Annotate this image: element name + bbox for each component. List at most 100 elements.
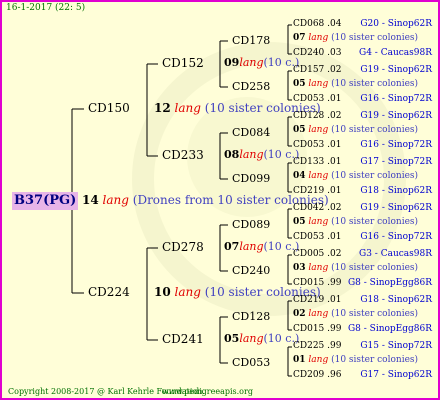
drone-info: 03 lang (10 sister colonies) <box>293 263 418 273</box>
root-drones-info: 14 lang (Drones from 10 sister colonies) <box>82 193 329 207</box>
queen-node[interactable]: CD152 <box>162 56 204 70</box>
ancestor-name: CD015 <box>293 324 325 334</box>
drone-lang: lang <box>308 309 329 319</box>
queen-node[interactable]: CD278 <box>162 240 204 254</box>
drone-lang: lang <box>308 79 329 89</box>
breeder-tag: G18 - Sinop62R <box>360 186 432 196</box>
drone-lang: lang <box>239 240 264 253</box>
drone-count: 05 <box>293 79 306 89</box>
drone-lang: lang <box>174 285 201 299</box>
breeder-tag: G15 - Sinop72R <box>360 341 432 351</box>
drone-info: 09lang(10 c.) <box>224 56 299 69</box>
ancestor-value: .96 <box>327 370 342 380</box>
drone-lang: lang <box>239 148 264 161</box>
root-lang: lang <box>102 193 129 207</box>
breeder-tag: G16 - Sinop72R <box>360 232 432 242</box>
drone-count: 07 <box>293 33 306 43</box>
ancestor-row[interactable]: CD015 .99 <box>293 324 341 334</box>
ancestor-value: .99 <box>327 324 342 334</box>
queen-node[interactable]: CD240 <box>232 264 270 277</box>
drone-note: (10 sister colonies) <box>331 217 419 227</box>
drone-count: 10 <box>154 285 171 299</box>
ancestor-row[interactable]: CD128 .02 <box>293 111 341 121</box>
ancestor-value: .01 <box>327 232 342 242</box>
drone-count: 01 <box>293 355 306 365</box>
drone-count: 07 <box>224 240 240 253</box>
drone-note: (10 sister colonies) <box>331 263 419 273</box>
drone-info: 01 lang (10 sister colonies) <box>293 355 418 365</box>
queen-node[interactable]: CD258 <box>232 80 270 93</box>
ancestor-row[interactable]: CD219 .01 <box>293 186 341 196</box>
drone-note: (10 sister colonies) <box>331 33 419 43</box>
queen-node[interactable]: CD233 <box>162 148 204 162</box>
breeder-tag: G19 - Sinop62R <box>360 111 432 121</box>
drone-count: 08 <box>224 148 240 161</box>
ancestor-row[interactable]: CD209 .96 <box>293 370 341 380</box>
drone-lang: lang <box>239 332 264 345</box>
ancestor-value: .02 <box>327 203 342 213</box>
drone-note: (10 sister colonies) <box>331 79 419 89</box>
root-queen-label: B37(PG) <box>14 193 77 208</box>
drone-count: 12 <box>154 101 171 115</box>
ancestor-name: CD068 <box>293 19 325 29</box>
drone-note: (10 sister colonies) <box>331 309 419 319</box>
drone-info: 05 lang (10 sister colonies) <box>293 79 418 89</box>
breeder-tag: G19 - Sinop62R <box>360 203 432 213</box>
drone-info: 07 lang (10 sister colonies) <box>293 33 418 43</box>
queen-node[interactable]: CD178 <box>232 34 270 47</box>
drone-info: 05lang(10 c.) <box>224 332 299 345</box>
drone-lang: lang <box>174 101 201 115</box>
ancestor-value: .02 <box>327 249 342 259</box>
breeder-tag: G16 - Sinop72R <box>360 94 432 104</box>
drone-count: 09 <box>224 56 240 69</box>
ancestor-row[interactable]: CD133 .01 <box>293 157 341 167</box>
drone-note: (10 sister colonies) <box>331 171 419 181</box>
ancestor-name: CD157 <box>293 65 325 75</box>
root-count: 14 <box>82 193 99 207</box>
ancestor-name: CD042 <box>293 203 325 213</box>
drone-count: 02 <box>293 309 306 319</box>
queen-node[interactable]: CD099 <box>232 172 270 185</box>
drone-note: (10 sister colonies) <box>331 125 419 135</box>
queen-node[interactable]: CD084 <box>232 126 270 139</box>
ancestor-row[interactable]: CD240 .03 <box>293 48 341 58</box>
ancestor-row[interactable]: CD015 .99 <box>293 278 341 288</box>
queen-node[interactable]: CD089 <box>232 218 270 231</box>
drone-info: 07lang(10 c.) <box>224 240 299 253</box>
ancestor-value: .04 <box>327 19 342 29</box>
queen-node[interactable]: CD053 <box>232 356 270 369</box>
ancestor-row[interactable]: CD042 .02 <box>293 203 341 213</box>
breeder-tag: G8 - SinopEgg86R <box>347 324 432 334</box>
ancestor-row[interactable]: CD219 .01 <box>293 295 341 305</box>
ancestor-name: CD128 <box>293 111 325 121</box>
root-queen[interactable]: B37(PG) <box>12 192 79 210</box>
ancestor-name: CD005 <box>293 249 325 259</box>
queen-node[interactable]: CD241 <box>162 332 204 346</box>
queen-node[interactable]: CD128 <box>232 310 270 323</box>
drone-count: 05 <box>293 125 306 135</box>
ancestor-value: .01 <box>327 295 342 305</box>
breeder-tag: G8 - SinopEgg86R <box>347 278 432 288</box>
breeder-tag: G17 - Sinop62R <box>360 370 432 380</box>
queen-node[interactable]: CD224 <box>88 285 130 299</box>
breeder-tag: G3 - Caucas98R <box>359 249 432 259</box>
queen-node[interactable]: CD150 <box>88 101 130 115</box>
breeder-tag: G4 - Caucas98R <box>359 48 432 58</box>
drone-count: 04 <box>293 171 306 181</box>
ancestor-row[interactable]: CD068 .04 <box>293 19 341 29</box>
ancestor-row[interactable]: CD053 .01 <box>293 232 341 242</box>
ancestor-name: CD015 <box>293 278 325 288</box>
breeder-tag: G17 - Sinop72R <box>360 157 432 167</box>
ancestor-row[interactable]: CD053 .01 <box>293 140 341 150</box>
ancestor-row[interactable]: CD225 .99 <box>293 341 341 351</box>
ancestor-row[interactable]: CD157 .02 <box>293 65 341 75</box>
ancestor-value: .01 <box>327 94 342 104</box>
ancestor-value: .01 <box>327 140 342 150</box>
drone-info: 02 lang (10 sister colonies) <box>293 309 418 319</box>
ancestor-name: CD209 <box>293 370 325 380</box>
breeder-tag: G16 - Sinop72R <box>360 140 432 150</box>
ancestor-row[interactable]: CD005 .02 <box>293 249 341 259</box>
website-link[interactable]: www.pedigreeapis.org <box>162 387 253 396</box>
drone-info: 04 lang (10 sister colonies) <box>293 171 418 181</box>
ancestor-row[interactable]: CD053 .01 <box>293 94 341 104</box>
